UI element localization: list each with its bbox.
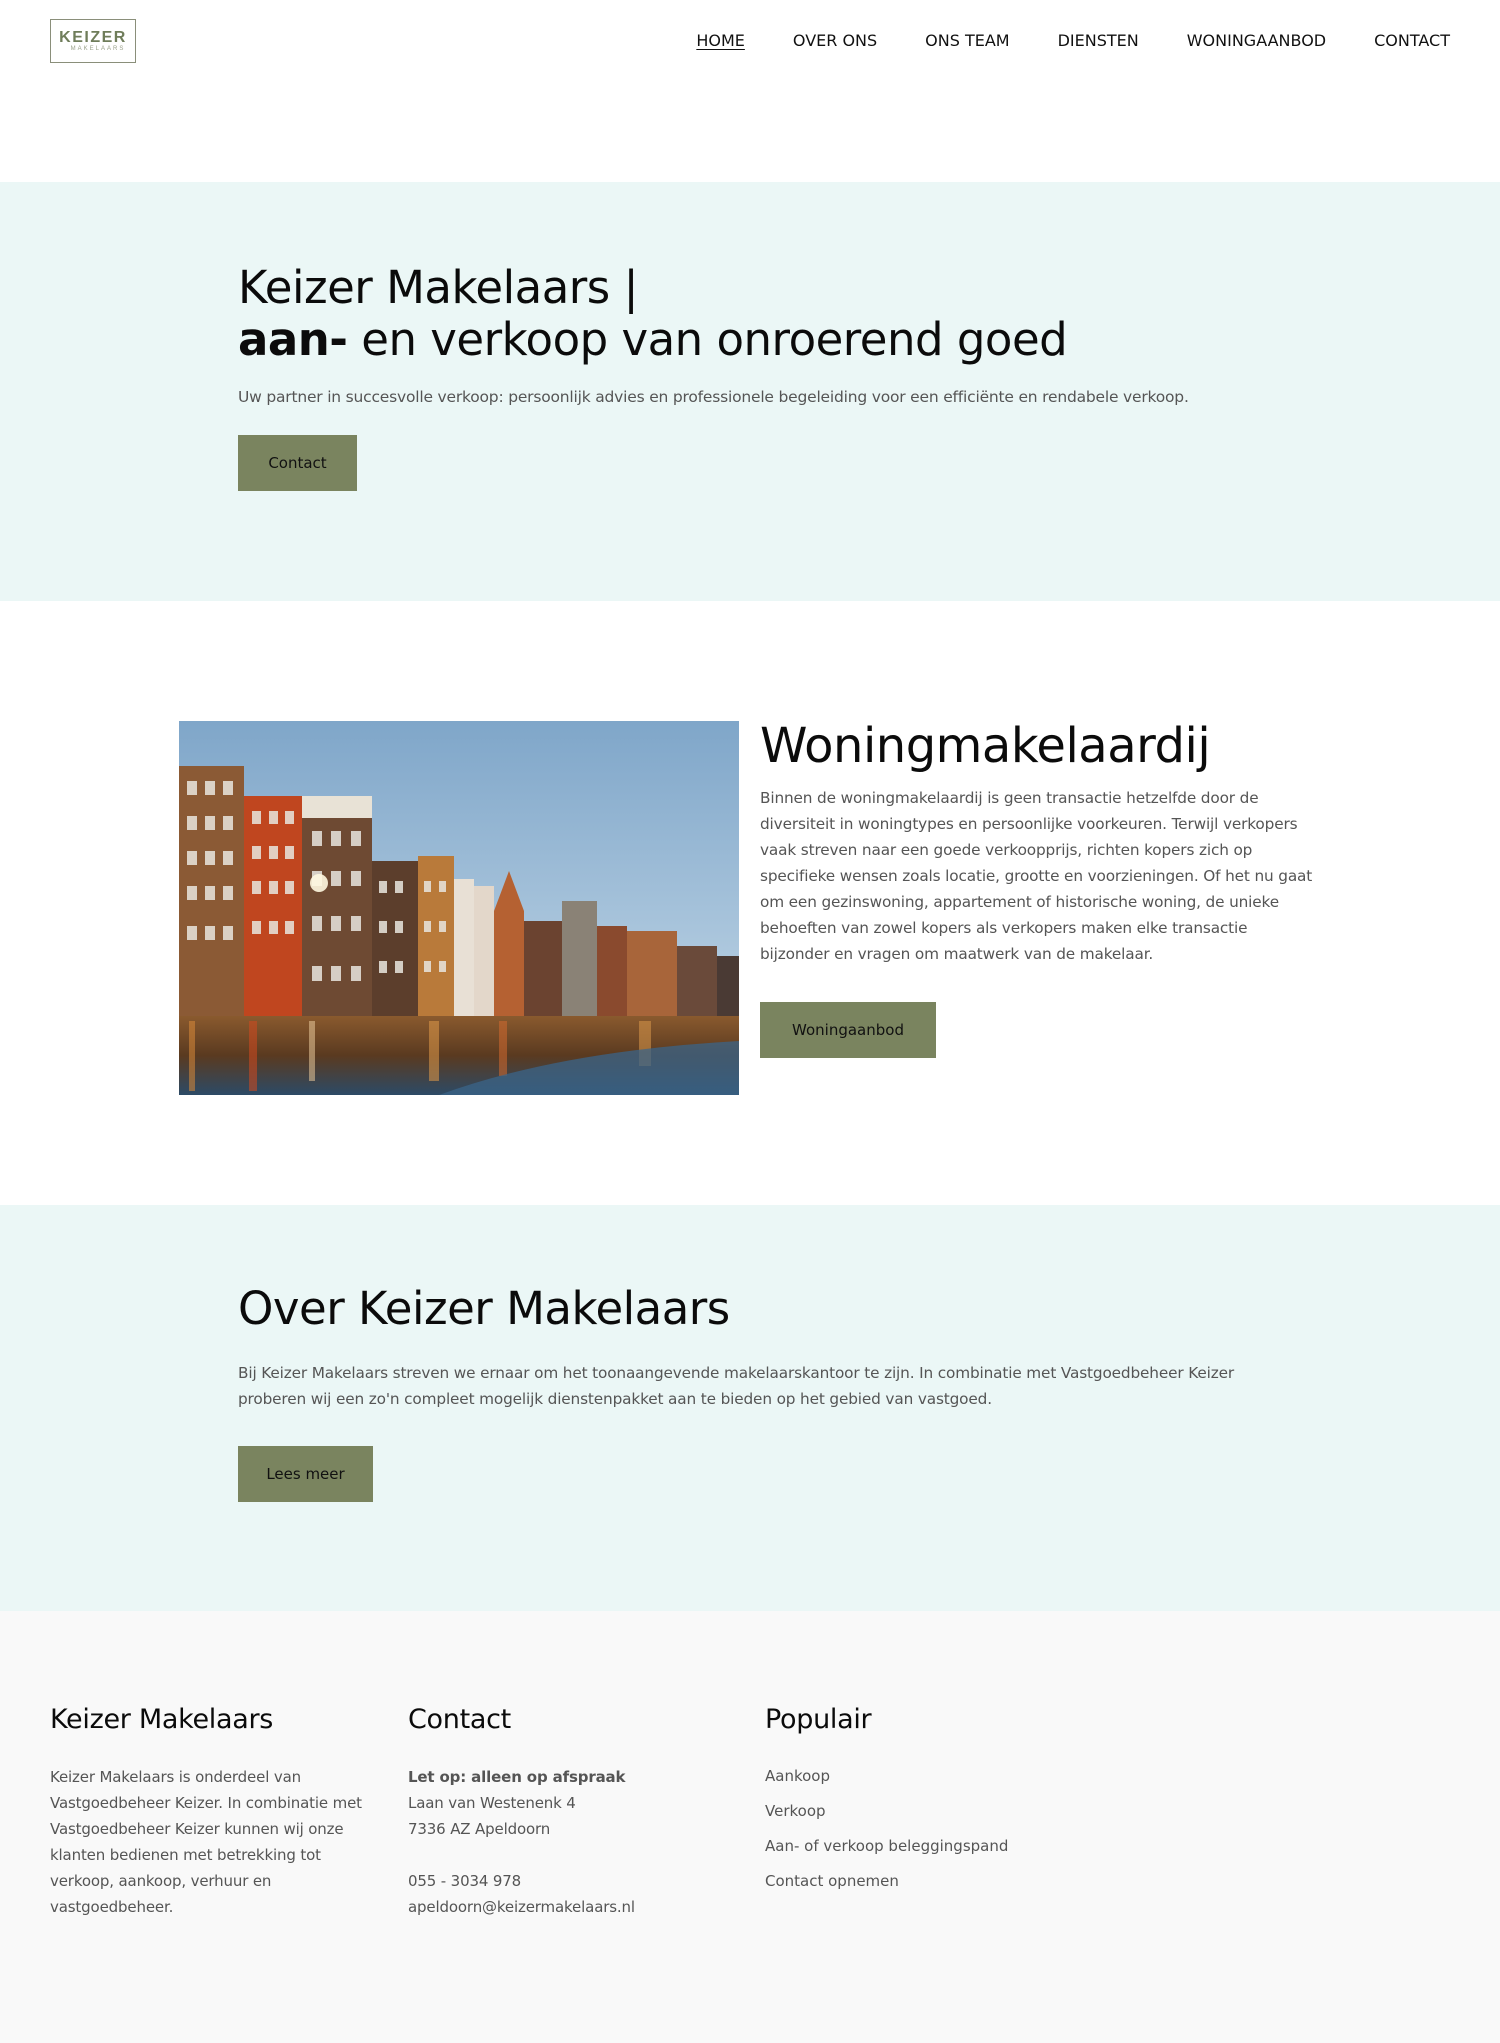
footer-contact-title: Contact [408,1704,511,1735]
list-item: Aan- of verkoop beleggingspand [765,1836,1095,1857]
list-item: Aankoop [765,1766,1095,1787]
hero-subtitle: Uw partner in succesvolle verkoop: perso… [238,388,1189,406]
hero-title-bold: aan- [238,313,348,366]
popular-links: Aankoop Verkoop Aan- of verkoop beleggin… [765,1766,1095,1892]
footer-contact-details: Let op: alleen op afspraak Laan van West… [408,1764,738,1920]
email-link[interactable]: apeldoorn@keizermakelaars.nl [408,1898,635,1916]
footer-popular-title: Populair [765,1704,872,1735]
woning-text: Binnen de woningmakelaardij is geen tran… [760,789,1313,963]
canal-houses-image [179,721,739,1095]
phone-link[interactable]: 055 - 3034 978 [408,1872,521,1890]
main-nav: HOME OVER ONS ONS TEAM DIENSTEN WONINGAA… [648,29,1450,53]
hero-title-line2: en verkoop van onroerend goed [347,313,1068,366]
site-header: KEIZER MAKELAARS HOME OVER ONS ONS TEAM … [0,0,1500,182]
hero-contact-button[interactable]: Contact [238,435,357,491]
nav-over-ons[interactable]: OVER ONS [793,29,877,53]
about-section: Over Keizer Makelaars Bij Keizer Makelaa… [0,1205,1500,1611]
nav-contact[interactable]: CONTACT [1374,29,1450,53]
logo-wordmark: KEIZER [59,28,127,46]
footer-popular-column: Populair Aankoop Verkoop Aan- of verkoop… [765,1702,1095,1906]
lees-meer-button[interactable]: Lees meer [238,1446,373,1502]
popular-link-beleggingspand[interactable]: Aan- of verkoop beleggingspand [765,1837,1008,1855]
address-street: Laan van Westenenk 4 [408,1794,576,1812]
list-item: Contact opnemen [765,1871,1095,1892]
nav-home[interactable]: HOME [696,29,745,53]
nav-diensten[interactable]: DIENSTEN [1058,29,1139,53]
footer-about-title: Keizer Makelaars [50,1704,274,1735]
footer-about-text: Keizer Makelaars is onderdeel van Vastgo… [50,1768,362,1916]
appointment-notice: Let op: alleen op afspraak [408,1768,626,1786]
footer-contact-column: Contact Let op: alleen op afspraak Laan … [408,1702,738,1920]
address-city: 7336 AZ Apeldoorn [408,1820,551,1838]
popular-link-aankoop[interactable]: Aankoop [765,1767,830,1785]
nav-woningaanbod[interactable]: WONINGAANBOD [1187,29,1326,53]
woningaanbod-button[interactable]: Woningaanbod [760,1002,936,1058]
logo[interactable]: KEIZER MAKELAARS [50,19,136,63]
logo-subtitle: MAKELAARS [70,45,126,52]
hero-title-line1: Keizer Makelaars | [238,261,639,314]
list-item: Verkoop [765,1801,1095,1822]
popular-link-verkoop[interactable]: Verkoop [765,1802,826,1820]
about-text: Bij Keizer Makelaars streven we ernaar o… [238,1364,1234,1408]
nav-ons-team[interactable]: ONS TEAM [925,29,1009,53]
woning-title: Woningmakelaardij [760,718,1211,774]
hero-title: Keizer Makelaars | aan- en verkoop van o… [238,261,1068,366]
about-title: Over Keizer Makelaars [238,1282,730,1335]
footer-about-column: Keizer Makelaars Keizer Makelaars is ond… [50,1702,380,1920]
site-footer: Keizer Makelaars Keizer Makelaars is ond… [0,1611,1500,2043]
popular-link-contact[interactable]: Contact opnemen [765,1872,899,1890]
hero-section: Keizer Makelaars | aan- en verkoop van o… [0,182,1500,601]
